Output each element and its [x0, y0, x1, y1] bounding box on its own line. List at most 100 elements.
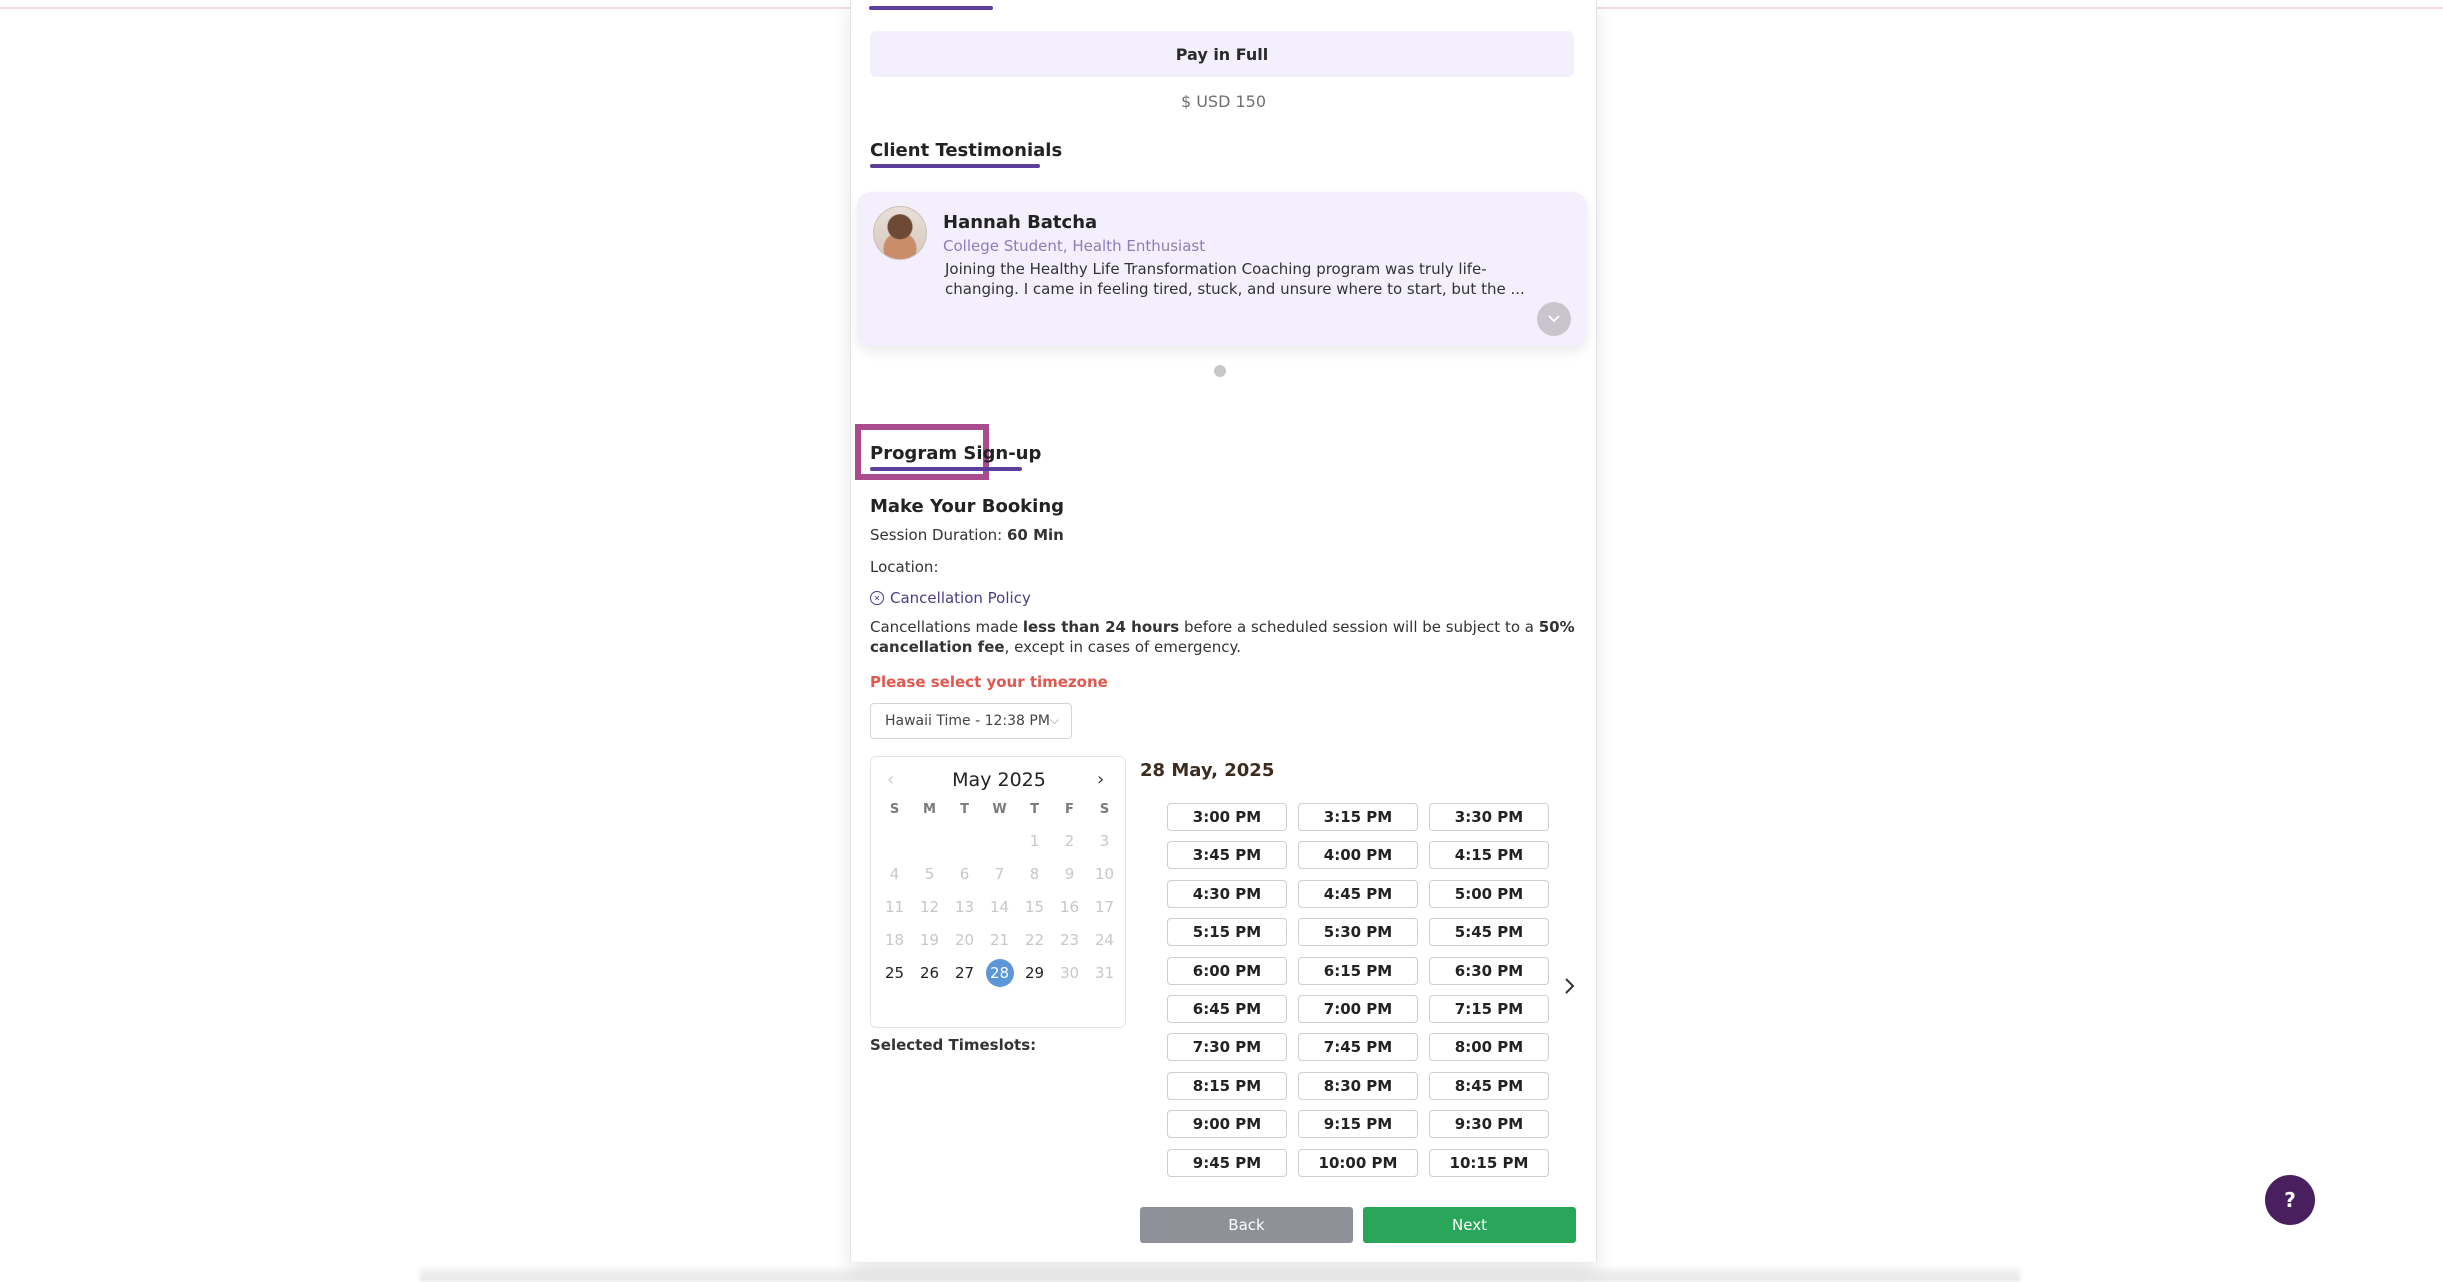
timeslot-button[interactable]: 6:30 PM — [1429, 956, 1549, 985]
calendar-weekday: T — [1030, 802, 1039, 817]
timeslot-button[interactable]: 8:45 PM — [1429, 1071, 1549, 1100]
calendar-day: 17 — [1087, 893, 1122, 921]
policy-text-2: before a scheduled session will be subje… — [1179, 618, 1539, 636]
expand-testimonial-button[interactable] — [1537, 302, 1571, 336]
timeslot-button[interactable]: 3:15 PM — [1298, 803, 1418, 831]
calendar-day[interactable]: 27 — [947, 959, 982, 987]
calendar-weekday: F — [1065, 802, 1074, 817]
timeslot-button[interactable]: 8:00 PM — [1429, 1033, 1549, 1062]
timeslot-button[interactable]: 9:00 PM — [1167, 1110, 1287, 1139]
calendar-weekday: T — [960, 802, 969, 817]
calendar-day: 8 — [1017, 860, 1052, 888]
calendar-day-number: 26 — [919, 964, 940, 982]
timeslot-button[interactable]: 6:15 PM — [1298, 956, 1418, 985]
selected-timeslots-label: Selected Timeslots: — [870, 1036, 1037, 1054]
timeslot-button[interactable]: 4:15 PM — [1429, 841, 1549, 870]
calendar-day-number: 3 — [1099, 832, 1110, 850]
chevron-down-icon — [1548, 315, 1560, 323]
calendar-day-number: 5 — [924, 865, 935, 883]
calendar-day: 22 — [1017, 926, 1052, 954]
pay-in-full-option[interactable]: Pay in Full — [870, 31, 1574, 77]
timeslot-button[interactable]: 3:45 PM — [1167, 841, 1287, 870]
calendar-day[interactable]: 26 — [912, 959, 947, 987]
calendar-day: 7 — [982, 860, 1017, 888]
calendar-day: 9 — [1052, 860, 1087, 888]
timeslot-button[interactable]: 9:45 PM — [1167, 1148, 1287, 1177]
timeslot-button[interactable]: 8:15 PM — [1167, 1071, 1287, 1100]
carousel-dot[interactable] — [1214, 365, 1226, 377]
timeslot-button[interactable]: 7:30 PM — [1167, 1033, 1287, 1062]
calendar-day: 6 — [947, 860, 982, 888]
calendar-day: 24 — [1087, 926, 1122, 954]
calendar-day-number: 2 — [1064, 832, 1075, 850]
calendar-day[interactable]: 25 — [877, 959, 912, 987]
timeslots-next-button[interactable] — [1563, 976, 1577, 1002]
date-calendar: ‹ May 2025 › S M T W T F S 1 2 3 4 5 6 7 8 9 10 11 12 13 14 1… — [870, 756, 1126, 1028]
price-label: $ USD 150 — [1180, 92, 1267, 111]
timeslot-button[interactable]: 7:15 PM — [1429, 995, 1549, 1023]
calendar-weekday: W — [992, 802, 1007, 817]
calendar-day-number: 16 — [1059, 898, 1080, 916]
calendar-day-number: 8 — [1029, 865, 1040, 883]
calendar-weekday: S — [1099, 802, 1110, 817]
timeslot-button[interactable]: 5:15 PM — [1167, 918, 1287, 947]
chevron-right-icon — [1565, 978, 1575, 994]
calendar-day-number: 4 — [889, 865, 900, 883]
calendar-day: 2 — [1052, 827, 1087, 855]
calendar-day: 23 — [1052, 926, 1087, 954]
cancellation-policy-link[interactable]: ✕ Cancellation Policy — [870, 589, 1031, 607]
calendar-day: 20 — [947, 926, 982, 954]
calendar-day-number: 30 — [1059, 964, 1080, 982]
testimonial-card: Hannah Batcha College Student, Health En… — [857, 192, 1587, 346]
calendar-day-number: 1 — [1029, 832, 1040, 850]
help-button[interactable]: ? — [2265, 1175, 2315, 1225]
signup-underline — [870, 467, 1022, 471]
timeslot-button[interactable]: 5:45 PM — [1429, 918, 1549, 947]
calendar-day-number: 31 — [1094, 964, 1115, 982]
calendar-day-number: 21 — [989, 931, 1010, 949]
timeslot-button[interactable]: 7:45 PM — [1298, 1033, 1418, 1062]
timeslot-button[interactable]: 4:45 PM — [1298, 879, 1418, 908]
timeslot-button[interactable]: 9:30 PM — [1429, 1110, 1549, 1139]
calendar-day-number: 7 — [994, 865, 1005, 883]
timeslot-button[interactable]: 4:30 PM — [1167, 879, 1287, 908]
calendar-day-number: 20 — [954, 931, 975, 949]
timeslot-button[interactable]: 7:00 PM — [1298, 995, 1418, 1023]
timeslot-button[interactable]: 6:45 PM — [1167, 995, 1287, 1023]
booking-title: Make Your Booking — [870, 496, 1065, 517]
timeslot-button[interactable]: 10:00 PM — [1298, 1148, 1418, 1177]
timeslot-button[interactable]: 4:00 PM — [1298, 841, 1418, 870]
calendar-weekday: M — [923, 802, 936, 817]
calendar-day-number: 13 — [954, 898, 975, 916]
timeslot-button[interactable]: 10:15 PM — [1429, 1148, 1549, 1177]
timezone-select[interactable]: Hawaii Time - 12:38 PM ⌵ — [870, 703, 1072, 739]
calendar-day: 19 — [912, 926, 947, 954]
selected-date-heading: 28 May, 2025 — [1140, 760, 1275, 781]
calendar-day: 30 — [1052, 959, 1087, 987]
calendar-day: 14 — [982, 893, 1017, 921]
timeslot-button[interactable]: 9:15 PM — [1298, 1110, 1418, 1139]
timeslot-button[interactable]: 5:00 PM — [1429, 879, 1549, 908]
testimonials-underline — [870, 164, 1040, 168]
calendar-day: 5 — [912, 860, 947, 888]
next-button[interactable]: Next — [1363, 1207, 1576, 1243]
back-button[interactable]: Back — [1140, 1207, 1353, 1243]
calendar-day-selected[interactable]: 28 — [982, 959, 1017, 987]
bottom-shadow — [420, 1268, 2020, 1282]
timeslot-button[interactable]: 5:30 PM — [1298, 918, 1418, 947]
calendar-day-number: 17 — [1094, 898, 1115, 916]
calendar-month: May 2025 — [952, 769, 1046, 791]
timeslot-button[interactable]: 6:00 PM — [1167, 956, 1287, 985]
calendar-next-button[interactable]: › — [1097, 769, 1104, 790]
calendar-day-number: 27 — [954, 964, 975, 982]
timeslot-button[interactable]: 3:30 PM — [1429, 803, 1549, 831]
info-circle-icon: ✕ — [870, 591, 884, 605]
policy-text-1: Cancellations made — [870, 618, 1023, 636]
timeslot-button[interactable]: 8:30 PM — [1298, 1071, 1418, 1100]
calendar-day-number: 6 — [959, 865, 970, 883]
calendar-day-number: 9 — [1064, 865, 1075, 883]
calendar-day[interactable]: 29 — [1017, 959, 1052, 987]
calendar-day-number: 15 — [1024, 898, 1045, 916]
timeslot-button[interactable]: 3:00 PM — [1167, 803, 1287, 831]
timezone-value: Hawaii Time - 12:38 PM — [885, 713, 1050, 729]
